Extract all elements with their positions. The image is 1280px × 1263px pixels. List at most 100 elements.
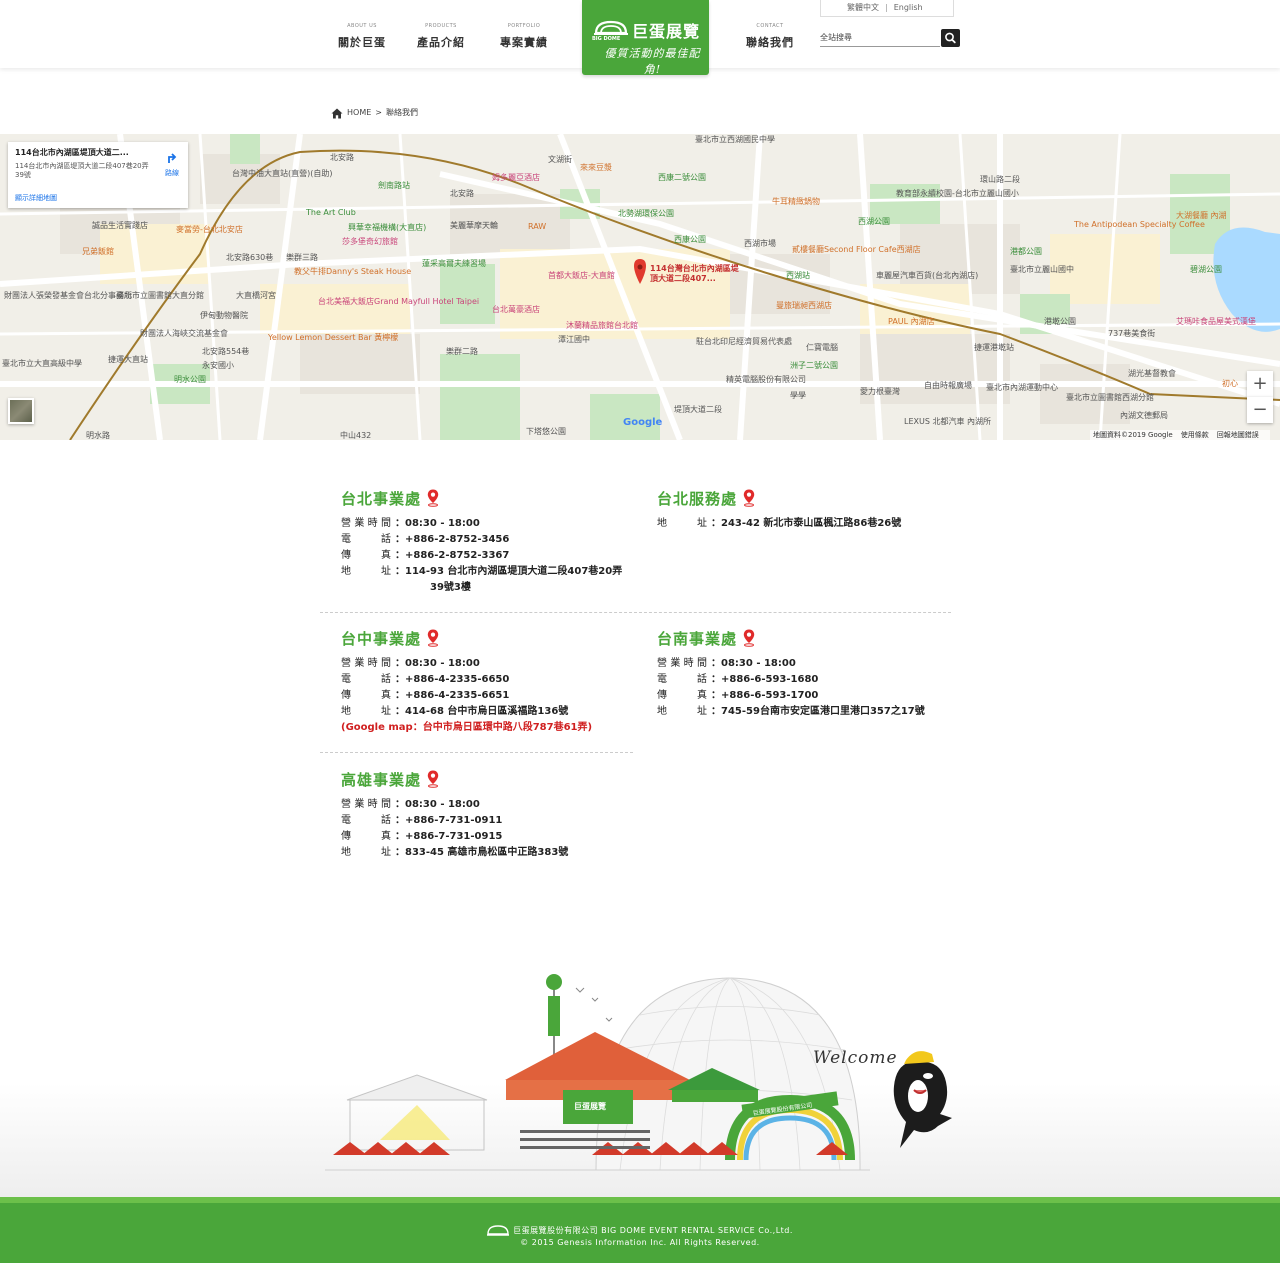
office-address: 地 址：114-93 台北市內湖區堤頂大道二段407巷20弄 (341, 566, 623, 577)
office-taichung: 台中事業處 營業時間 ：08:30 - 18:00 電 話：+886-4-2335… (341, 629, 592, 736)
map-label: PAUL 內湖店 (888, 317, 935, 326)
nav-portfolio-label: 專案實績 (500, 36, 548, 49)
nav-about[interactable]: ABOUT US 關於巨蛋 (322, 22, 402, 50)
office-taipei-service: 台北服務處 地 址：243-42 新北市泰山區楓江路86巷26號 (657, 489, 901, 532)
map-label: 臺北市立圖書館大直分館 (116, 291, 204, 300)
dome-logo-icon (487, 1225, 510, 1236)
site-header: ABOUT US 關於巨蛋 PRODUCTS 產品介紹 PORTFOLIO 專案… (0, 0, 1280, 76)
map-label: 伊甸動物醫院 (200, 311, 248, 320)
map-info-box: 114台北市內湖區堤頂大道二... 114台北市內湖區堤頂大道二段407巷20弄… (8, 142, 188, 208)
map-label: 財團法人張榮發基金會台北分事務所 (4, 291, 132, 300)
map-label: 永安國小 (202, 361, 234, 370)
map-label: 明水公園 (174, 375, 206, 384)
nav-contact[interactable]: CONTACT 聯絡我們 (730, 22, 810, 50)
office-fax: 傳 真：+886-7-731-0915 (341, 831, 503, 842)
map-label: 美麗華摩天輪 (450, 221, 498, 230)
satellite-toggle[interactable] (8, 398, 34, 424)
map-label: 大湖餐廳 內湖 (1176, 211, 1227, 220)
nav-products-en: PRODUCTS (425, 23, 457, 29)
office-tainan: 台南事業處 營業時間 ：08:30 - 18:00 電 話：+886-6-593-… (657, 629, 925, 720)
lang-zh-link[interactable]: 繁體中文 (847, 3, 879, 12)
map-label: 學學 (790, 391, 806, 400)
map-label: 西康二號公園 (658, 173, 706, 182)
location-pin-icon (427, 489, 439, 507)
map-label: 自由時報廣場 (924, 381, 972, 390)
map-label: 蓮采高爾夫練習場 (422, 259, 486, 268)
zoom-in-button[interactable]: + (1247, 371, 1273, 397)
search-input[interactable] (820, 29, 940, 47)
office-phone: 電 話：+886-2-8752-3456 (341, 534, 510, 545)
directions-icon (168, 153, 177, 163)
nav-about-label: 關於巨蛋 (338, 36, 386, 49)
zoom-out-button[interactable]: − (1247, 397, 1273, 423)
directions-label: 路線 (165, 169, 179, 177)
google-map[interactable]: 臺北市立西湖國民中學 北安路 文湖街 台灣中油大直站(直營)(自助) 劍南路站 … (0, 134, 1280, 440)
view-larger-map-link[interactable]: 顯示詳細地圖 (15, 193, 57, 203)
nav-products[interactable]: PRODUCTS 產品介紹 (401, 22, 481, 50)
event-scene-illustration: 巨蛋展覽 巨蛋展覽股份有限公司 (325, 974, 952, 1171)
breadcrumb-current: 聯絡我們 (385, 108, 418, 117)
site-logo[interactable]: 巨蛋展覽 BIG DOME 優質活動的最佳配角! (582, 0, 709, 76)
office-phone: 電 話：+886-4-2335-6650 (341, 674, 510, 685)
office-hours: 營業時間 ：08:30 - 18:00 (341, 799, 480, 810)
map-label: 駐台北印尼經濟貿易代表處 (696, 337, 792, 346)
office-taipei: 台北事業處 營業時間 ：08:30 - 18:00 電 話：+886-2-8752… (341, 489, 622, 596)
map-label: 西湖市場 (744, 239, 776, 248)
terms-link[interactable]: 使用條款 (1181, 431, 1209, 439)
map-label: LEXUS 北都汽車 內湖所 (904, 417, 992, 426)
footer-company: 巨蛋展覽股份有限公司 BIG DOME EVENT RENTAL SERVICE… (0, 1225, 1280, 1236)
office-fax: 傳 真：+886-2-8752-3367 (341, 550, 510, 561)
map-label: 西康公園 (674, 235, 706, 244)
logo-brand: BIG DOME (592, 36, 621, 42)
map-label: 港都公園 (1010, 247, 1042, 256)
map-label: The Antipodean Specialty Coffee (1074, 220, 1205, 229)
nav-portfolio[interactable]: PORTFOLIO 專案實績 (484, 22, 564, 50)
nav-about-en: ABOUT US (347, 23, 377, 29)
section-divider (320, 612, 951, 613)
map-label: 誠品生活實踐店 (92, 221, 148, 230)
map-label: 737巷美食街 (1108, 329, 1156, 338)
map-label: 北安路 (330, 153, 354, 162)
breadcrumb-home[interactable]: HOME (347, 108, 371, 117)
home-icon[interactable] (331, 108, 343, 119)
map-label: 沐蘭精品旅館台北館 (566, 321, 638, 330)
office-title: 台北事業處 (341, 490, 422, 508)
office-hours: 營業時間 ：08:30 - 18:00 (341, 658, 480, 669)
map-label: Yellow Lemon Dessert Bar 黃檸檬 (268, 333, 399, 342)
scene-logo-text: 巨蛋展覽 (574, 1101, 606, 1111)
report-error-link[interactable]: 回報地圖錯誤 (1217, 431, 1259, 439)
office-title: 台中事業處 (341, 630, 422, 648)
site-footer: 巨蛋展覽股份有限公司 BIG DOME EVENT RENTAL SERVICE… (0, 1197, 1280, 1263)
map-label: 車麗屋汽車百貨(台北內湖店) (876, 271, 979, 280)
location-pin-icon (743, 629, 755, 647)
office-hours: 營業時間 ：08:30 - 18:00 (341, 518, 480, 529)
map-label: 湖光基督教會 (1128, 369, 1176, 378)
office-address: 地 址：745-59台南市安定區港口里港口357之17號 (657, 706, 925, 717)
breadcrumb-separator: > (375, 108, 382, 117)
map-label: 臺北市立麗山國中 (1010, 265, 1074, 274)
page: ABOUT US 關於巨蛋 PRODUCTS 產品介紹 PORTFOLIO 專案… (0, 0, 1280, 1263)
map-label: 西湖公園 (858, 217, 890, 226)
office-kaohsiung: 高雄事業處 營業時間 ：08:30 - 18:00 電 話：+886-7-731-… (341, 770, 568, 861)
nav-products-label: 產品介紹 (417, 36, 465, 49)
map-label: 劍南路站 (378, 181, 410, 190)
search-button[interactable] (941, 29, 960, 47)
map-label: 北安路554巷 (202, 347, 250, 356)
map-label: 曼旅瑞昶西湖店 (776, 301, 832, 310)
office-phone: 電 話：+886-7-731-0911 (341, 815, 503, 826)
minus-icon: − (1252, 399, 1268, 420)
map-label: 堤頂大道二段 (674, 405, 722, 414)
lang-en-link[interactable]: English (894, 3, 923, 12)
map-label: 臺北市立圖書館西湖分館 (1066, 393, 1154, 402)
map-label: 姆多麗亞酒店 (492, 173, 540, 182)
office-hours: 營業時間 ：08:30 - 18:00 (657, 658, 796, 669)
map-label: 碧湖公園 (1190, 265, 1222, 274)
location-pin-icon (427, 770, 439, 788)
map-label: 潭江國中 (558, 335, 590, 344)
orca-mascot (893, 1051, 952, 1148)
google-map-note: (Google map：台中市烏日區環中路八段787巷61弄) (341, 722, 593, 733)
directions-button[interactable]: 路線 (158, 149, 186, 178)
nav-portfolio-en: PORTFOLIO (507, 23, 541, 29)
office-address: 地 址：833-45 高雄市鳥松區中正路383號 (341, 847, 569, 858)
nav-contact-en: CONTACT (756, 23, 784, 29)
